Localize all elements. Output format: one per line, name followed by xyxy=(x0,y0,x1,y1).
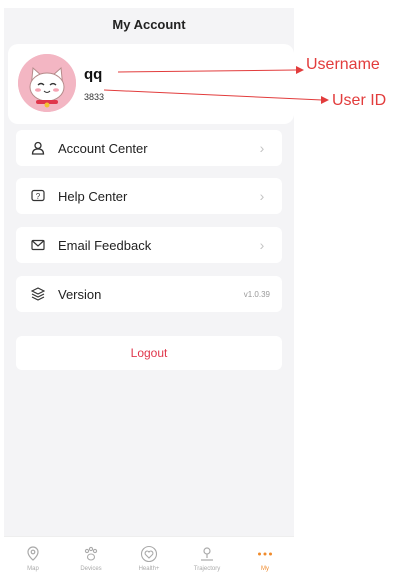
annotation-user-id: User ID xyxy=(332,92,387,109)
annotation-username: Username xyxy=(306,56,380,73)
annotation-arrows xyxy=(103,66,329,104)
